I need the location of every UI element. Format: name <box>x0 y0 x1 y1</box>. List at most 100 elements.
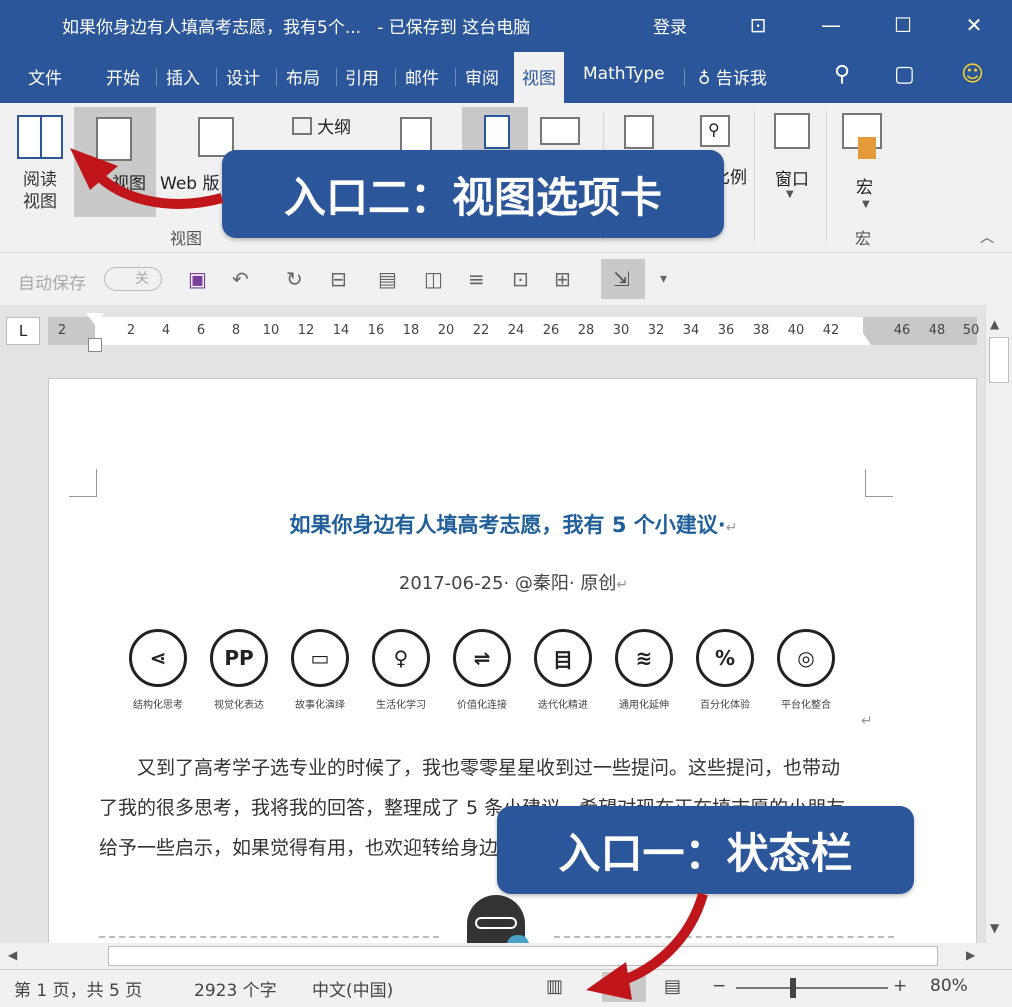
tab-home[interactable]: 开始 <box>106 64 140 89</box>
paragraph-mark: ↵ <box>861 713 873 729</box>
ribbon-separator <box>826 111 827 241</box>
zoom-slider[interactable] <box>736 987 888 989</box>
print-layout-button[interactable]: 视图 <box>74 107 156 217</box>
print-layout-status-button[interactable] <box>602 972 646 1002</box>
document-meta: 2017-06-25· @秦阳· 原创↵ <box>398 573 629 594</box>
concept-label: 迭代化精进 <box>538 700 588 711</box>
ruler-margin-right <box>863 317 977 345</box>
concept-label: 百分化体验 <box>700 700 750 711</box>
ruler-tick-label: 2 <box>126 323 136 338</box>
window-button[interactable]: 窗口 ▼ <box>766 109 818 209</box>
ribbon-separator <box>754 111 755 241</box>
concept-circle-icon: ▭ <box>291 629 349 687</box>
comments-icon[interactable]: ▢ <box>894 62 915 87</box>
tab-insert[interactable]: 插入 <box>166 64 200 89</box>
scroll-thumb[interactable] <box>989 337 1009 383</box>
zoom-level[interactable]: 80% <box>930 976 968 996</box>
tab-view[interactable]: 视图 <box>514 52 564 103</box>
redo-icon[interactable]: ↻ <box>286 267 303 291</box>
ribbon-display-options-icon[interactable]: ⊡ <box>743 10 773 40</box>
concept-label: 价值化连接 <box>457 700 507 711</box>
concept-label: 故事化演绎 <box>295 700 345 711</box>
first-line-indent-marker[interactable] <box>86 313 104 325</box>
right-indent-marker[interactable] <box>855 333 871 345</box>
collapse-ribbon-icon[interactable]: ︿ <box>980 227 994 247</box>
window-icon <box>774 113 810 149</box>
ruler-tick-label: 46 <box>893 323 911 338</box>
compress-button[interactable]: ⇲ <box>601 259 645 299</box>
save-icon[interactable]: ▣ <box>188 267 207 291</box>
zoom-in-icon[interactable]: + <box>893 976 907 996</box>
vertical-scrollbar[interactable]: ▲ ▼ <box>985 305 1012 943</box>
zoom-icon[interactable]: ⚲ <box>700 115 730 147</box>
print-preview-icon[interactable]: ▤ <box>378 267 397 291</box>
smiley-feedback-icon[interactable]: ☺ <box>961 62 984 87</box>
hscroll-thumb[interactable] <box>108 946 938 966</box>
ruler-tick-label: 4 <box>161 323 171 338</box>
tab-file[interactable]: 文件 <box>28 64 62 89</box>
tab-mathtype[interactable]: MathType <box>583 64 665 84</box>
scroll-down-icon[interactable]: ▼ <box>990 921 999 935</box>
concept-circle-icon: ⇌ <box>453 629 511 687</box>
ruler-tick-label: 26 <box>542 323 560 338</box>
dashed-divider <box>99 936 439 938</box>
side-to-side-button[interactable] <box>462 107 528 153</box>
compress-icon: ⇲ <box>613 267 630 291</box>
insert-frame-icon[interactable]: ⊡ <box>512 267 529 291</box>
multiple-pages-icon[interactable] <box>540 117 580 145</box>
ribbon-tabs: 文件 开始 插入 设计 布局 引用 邮件 审阅 视图 MathType ♁ 告诉… <box>0 50 1012 103</box>
ruler-tick-label: 50 <box>962 323 980 338</box>
columns-icon[interactable]: ⊞ <box>554 267 571 291</box>
scroll-up-icon[interactable]: ▲ <box>990 317 999 331</box>
concept-label: 平台化整合 <box>781 700 831 711</box>
zoom-slider-thumb[interactable] <box>790 978 796 998</box>
tell-me-box[interactable]: ♁ 告诉我 <box>698 64 767 89</box>
insert-page-icon[interactable]: ◫ <box>424 267 443 291</box>
title-bar: 如果你身边有人填高考志愿，我有5个... - 已保存到 这台电脑 登录 ⊡ — … <box>0 0 1012 50</box>
show-gridlines-icon[interactable] <box>624 115 654 149</box>
minimize-button[interactable]: — <box>816 10 846 40</box>
ruler-tick-label: 30 <box>612 323 630 338</box>
macros-button[interactable]: 宏 ▼ <box>838 109 892 219</box>
maximize-button[interactable]: ☐ <box>888 10 918 40</box>
tab-review[interactable]: 审阅 <box>465 64 499 89</box>
ruler-tick-label: 14 <box>332 323 350 338</box>
tab-layout[interactable]: 布局 <box>286 64 320 89</box>
ruler-tick-label: 34 <box>682 323 700 338</box>
tab-mailings[interactable]: 邮件 <box>405 64 439 89</box>
vertical-page-icon[interactable] <box>400 117 432 153</box>
outline-button[interactable]: 大纲 <box>292 113 351 138</box>
language-indicator[interactable]: 中文(中国) <box>312 976 393 1001</box>
word-count[interactable]: 2923 个字 <box>194 976 277 1001</box>
tab-separator <box>216 68 217 86</box>
page-count[interactable]: 第 1 页，共 5 页 <box>14 976 142 1001</box>
outline-icon <box>292 116 312 135</box>
tab-design[interactable]: 设计 <box>226 64 260 89</box>
zoom-out-icon[interactable]: − <box>712 976 726 996</box>
tab-selector[interactable]: L <box>6 317 40 345</box>
autosave-label: 自动保存 <box>18 274 86 294</box>
close-button[interactable]: ✕ <box>959 10 989 40</box>
web-layout-status-icon[interactable]: ▤ <box>664 976 681 997</box>
undo-icon[interactable]: ↶ <box>232 267 249 291</box>
tab-references[interactable]: 引用 <box>345 64 379 89</box>
left-indent-marker[interactable] <box>88 338 102 352</box>
scroll-left-icon[interactable]: ◀ <box>8 948 17 962</box>
tab-separator <box>455 68 456 86</box>
scroll-right-icon[interactable]: ▶ <box>966 948 975 962</box>
customize-qat-icon[interactable]: ▾ <box>660 271 667 287</box>
login-button[interactable]: 登录 <box>653 13 687 38</box>
group-label-macros: 宏 <box>855 229 872 248</box>
read-mode-qat-icon[interactable]: ⊟ <box>330 267 347 291</box>
read-mode-button[interactable]: 阅读 视图 <box>12 111 68 221</box>
share-user-icon[interactable]: ⚲ <box>834 62 850 87</box>
concept-circle-icon: ♀ <box>372 629 430 687</box>
ruler-tick-label: 36 <box>717 323 735 338</box>
side-to-side-icon <box>484 115 510 149</box>
horizontal-scrollbar[interactable]: ◀ ▶ <box>0 943 985 969</box>
ruler-tick-label: 16 <box>367 323 385 338</box>
autosave-toggle[interactable]: 关 <box>104 267 162 291</box>
concept-label: 视觉化表达 <box>214 700 264 711</box>
read-mode-status-icon[interactable]: ▥ <box>546 976 563 997</box>
text-direction-icon[interactable]: ≡ <box>468 267 485 291</box>
